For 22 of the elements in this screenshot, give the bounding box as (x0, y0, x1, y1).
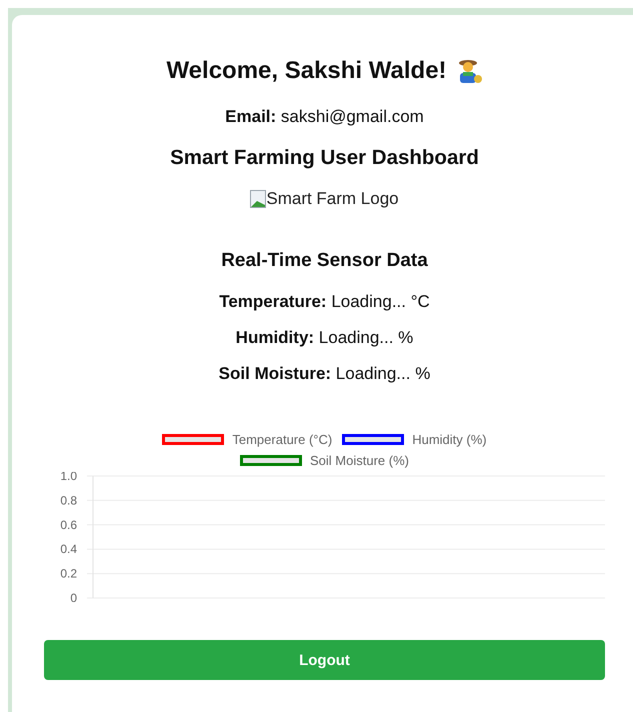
legend-label[interactable]: Humidity (%) (412, 432, 487, 447)
legend-swatch[interactable] (240, 455, 302, 466)
logout-button[interactable]: Logout (44, 640, 605, 680)
y-axis-label: 0.4 (60, 542, 76, 556)
broken-image-icon (250, 190, 266, 208)
dashboard-heading: Smart Farming User Dashboard (170, 146, 479, 170)
logo-alt-text: Smart Farm Logo (266, 189, 399, 209)
section-heading: Real-Time Sensor Data (221, 250, 428, 272)
y-axis-label: 0 (70, 591, 76, 602)
email-text: Email: sakshi@gmail.com (225, 107, 424, 127)
legend-swatch[interactable] (162, 434, 224, 445)
welcome-heading: Welcome, Sakshi Walde! (166, 57, 447, 85)
legend-label[interactable]: Soil Moisture (%) (310, 453, 409, 468)
sensor-reading: Humidity: Loading... % (236, 328, 414, 348)
sensor-reading: Soil Moisture: Loading... % (218, 364, 430, 384)
y-axis-label: 0.2 (60, 566, 76, 581)
sensor-reading: Temperature: Loading... °C (219, 292, 430, 312)
legend-label[interactable]: Temperature (°C) (232, 432, 332, 447)
legend-swatch[interactable] (342, 434, 404, 445)
y-axis-label: 0.8 (60, 493, 76, 508)
farmer-icon (456, 58, 483, 84)
y-axis-label: 0.6 (60, 518, 76, 532)
